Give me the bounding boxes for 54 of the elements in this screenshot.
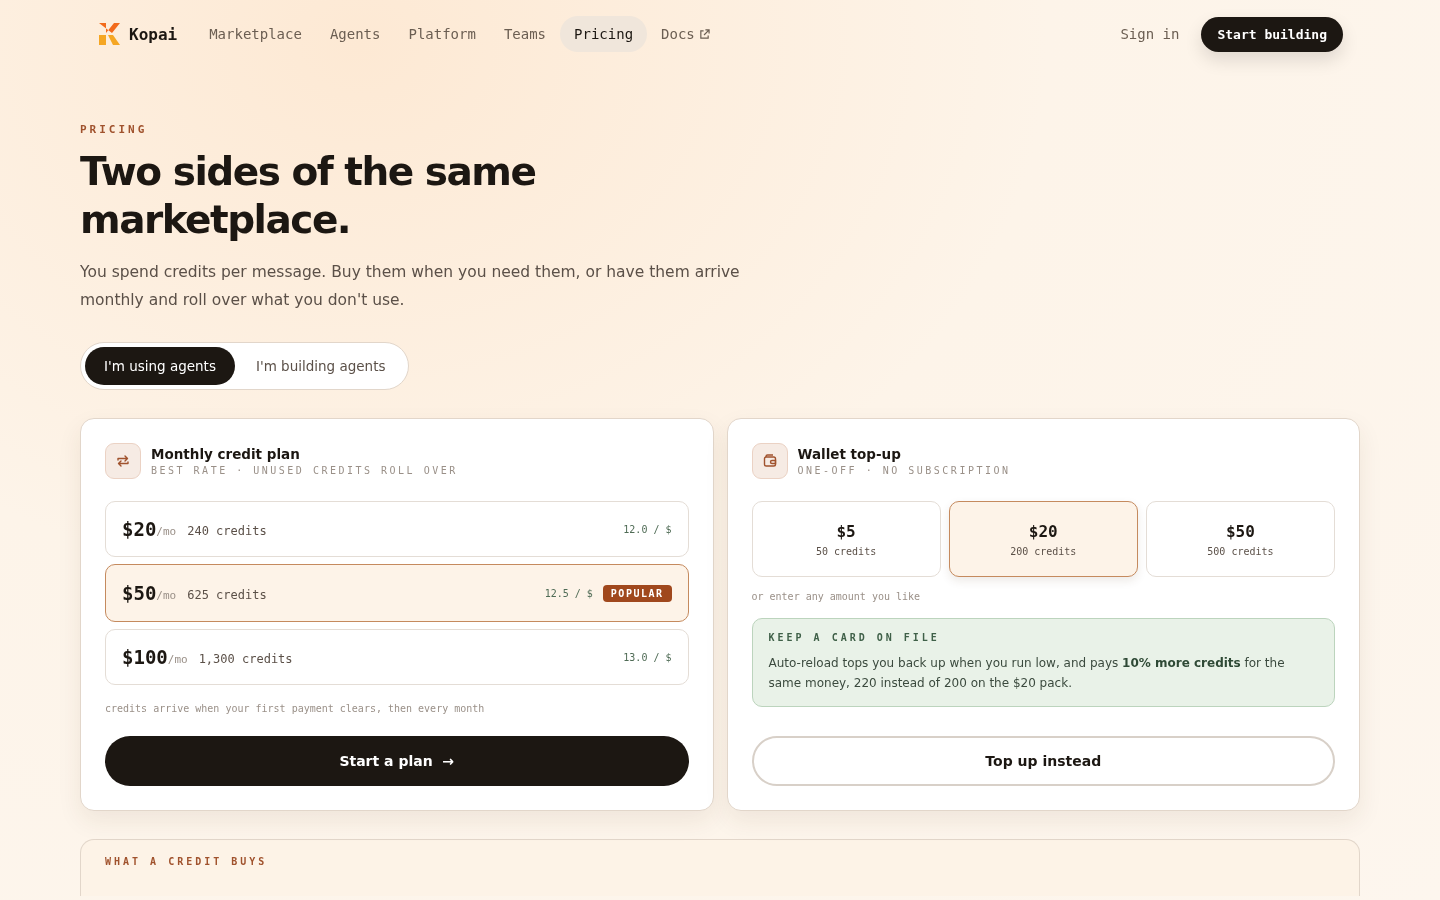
logo-icon [97, 22, 121, 46]
plan-price: $100 [122, 646, 168, 668]
nav-link[interactable]: Pricing [560, 16, 648, 52]
plan-period: /mo [167, 653, 188, 666]
plan-option[interactable]: $50/mo 625 credits 12.5 / $ POPULAR [105, 564, 689, 622]
top-up-option[interactable]: $5 50 credits [751, 501, 941, 577]
pack-credits: 50 credits [815, 545, 877, 557]
plan-rate: 12.0 / $ [623, 523, 672, 535]
plan-period: /mo [156, 525, 177, 538]
pack-price: $50 [1225, 521, 1255, 541]
callout-text: Auto-reload tops you back up when you run low, and pays 10% more credits for the same money, 220 instead of 200 on the $20 pack. [768, 655, 1286, 692]
plan-price: $50 [122, 582, 157, 604]
plan-period: /mo [156, 589, 177, 602]
card-title: Monthly credit plan [151, 446, 301, 462]
nav-link[interactable]: Marketplace [195, 16, 316, 52]
section-eyebrow: WHAT A CREDIT BUYS [105, 856, 269, 867]
pack-credits: 500 credits [1207, 545, 1274, 557]
start-plan-button[interactable]: Start a plan → [105, 736, 689, 786]
nav-link[interactable]: Teams [489, 16, 561, 52]
nav-link[interactable]: Platform [394, 16, 490, 52]
plan-price: $20 [122, 518, 157, 540]
top-up-option[interactable]: $20 200 credits [948, 501, 1138, 577]
start-building-button[interactable]: Start building [1201, 16, 1343, 52]
card-subtitle: BEST RATE · UNUSED CREDITS ROLL OVER [151, 465, 458, 476]
sign-in-link[interactable]: Sign in [1120, 26, 1180, 42]
pack-credits: 200 credits [1010, 545, 1077, 557]
page-heading: Two sides of the same marketplace. [80, 148, 537, 244]
plan-note: credits arrive when your first payment clears, then every month [105, 703, 486, 714]
section-eyebrow: PRICING [80, 123, 149, 136]
plan-rate: 12.5 / $ [544, 587, 593, 599]
plan-credits: 625 credits [187, 587, 267, 602]
external-link-icon [698, 28, 710, 40]
card-title: Wallet top-up [797, 446, 902, 462]
repeat-icon [105, 443, 141, 479]
brand-name[interactable]: Kopai [129, 24, 178, 44]
pack-price: $20 [1028, 521, 1058, 541]
plan-option[interactable]: $100/mo 1,300 credits 13.0 / $ [105, 629, 689, 685]
top-up-button[interactable]: Top up instead [751, 736, 1335, 786]
top-up-option[interactable]: $50 500 credits [1145, 501, 1335, 577]
plan-option[interactable]: $20/mo 240 credits 12.0 / $ [105, 501, 689, 557]
plan-rate: 13.0 / $ [623, 651, 672, 663]
nav-link[interactable]: Agents [315, 16, 395, 52]
plan-credits: 1,300 credits [198, 651, 293, 666]
lead-paragraph: You spend credits per message. Buy them when you need them, or have them arrive monthly and roll over what you don't use. [80, 262, 741, 311]
audience-tab[interactable]: I'm using agents [85, 347, 235, 385]
plan-credits: 240 credits [187, 523, 267, 538]
wallet-icon [751, 443, 788, 479]
custom-amount-note: or enter any amount you like [751, 591, 922, 602]
card-subtitle: ONE-OFF · NO SUBSCRIPTION [797, 465, 1011, 476]
audience-tab[interactable]: I'm building agents [236, 347, 405, 385]
callout-title: KEEP A CARD ON FILE [768, 632, 941, 643]
nav-link[interactable]: Docs [647, 16, 724, 52]
popular-badge: POPULAR [602, 584, 672, 602]
pack-price: $5 [836, 521, 856, 541]
